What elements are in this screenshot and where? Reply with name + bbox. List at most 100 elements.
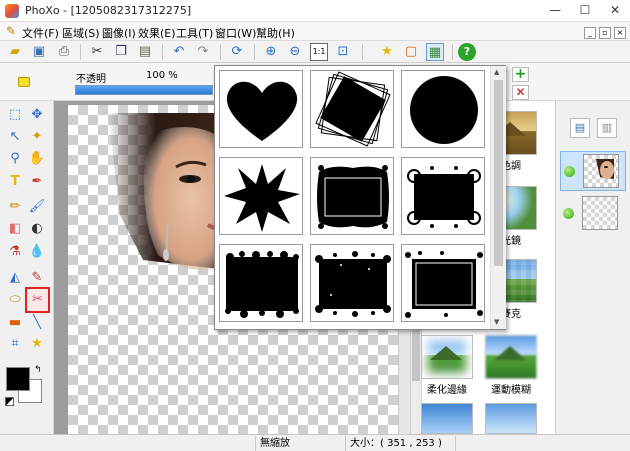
- shape-ornate-frame[interactable]: [310, 157, 394, 235]
- effect-item[interactable]: [421, 403, 481, 434]
- delete-layer-icon[interactable]: ▥: [597, 118, 617, 138]
- document-window-controls: _ ▫ ×: [581, 25, 626, 39]
- close-button[interactable]: ✕: [600, 0, 630, 22]
- delete-icon[interactable]: ✕: [512, 85, 529, 100]
- title-bar: PhoXo - [1205082317312275] — ☐ ✕: [0, 0, 630, 22]
- actual-size-icon[interactable]: 1:1: [310, 43, 328, 61]
- text-tool-icon[interactable]: T: [5, 172, 25, 192]
- eraser-icon[interactable]: ◧: [5, 219, 25, 239]
- effect-label: 運動模糊: [491, 385, 531, 396]
- move-icon[interactable]: ✥: [27, 105, 47, 125]
- toolbar-separator: [452, 44, 453, 60]
- help-icon[interactable]: ?: [458, 43, 476, 61]
- doc-restore-button[interactable]: ▫: [599, 27, 611, 39]
- rotate-icon[interactable]: ⟳: [228, 43, 246, 61]
- opacity-slider[interactable]: [75, 85, 213, 95]
- toolbar-separator: [220, 44, 221, 60]
- image-size-status: 大小：( 351 , 253 ): [345, 436, 455, 451]
- blur-icon[interactable]: 💧: [27, 242, 47, 262]
- shape-frame-tool-icon[interactable]: ✂: [25, 287, 50, 313]
- lasso-icon[interactable]: ↖: [5, 127, 25, 147]
- effect-thumbnail: [421, 403, 473, 434]
- star-icon[interactable]: ★: [378, 43, 396, 61]
- print-icon[interactable]: ⎙: [55, 43, 73, 61]
- pencil-tool-icon[interactable]: ✏: [5, 197, 25, 217]
- line-icon[interactable]: ╲: [27, 313, 47, 333]
- menu-bar: ✎ 文件(F) 區域(S) 圖像(I) 效果(E) 工具(T) 窗口(W) 幫助…: [0, 22, 630, 41]
- save-icon[interactable]: ▣: [30, 43, 48, 61]
- shape-picker-scroll-thumb[interactable]: [494, 80, 503, 266]
- menu-help[interactable]: 幫助(H): [256, 25, 295, 41]
- menu-selection[interactable]: 區域(S): [62, 25, 100, 41]
- toolbar-separator: [80, 44, 81, 60]
- toolbar-separator: [162, 44, 163, 60]
- brush-icon[interactable]: 🖌: [27, 197, 47, 217]
- effect-item[interactable]: [485, 403, 545, 434]
- paste-icon[interactable]: ▤: [136, 43, 154, 61]
- shape-fill-icon[interactable]: ⬭: [5, 290, 25, 310]
- maximize-button[interactable]: ☐: [570, 0, 600, 22]
- gradient-icon[interactable]: ▬: [5, 313, 25, 333]
- layer-visibility-icon[interactable]: [563, 208, 574, 219]
- menu-file[interactable]: 文件(F): [22, 25, 59, 41]
- status-bar: 無縮放 大小：( 351 , 253 ): [0, 434, 630, 451]
- eyedropper-icon[interactable]: ✒: [27, 172, 47, 192]
- clone-icon[interactable]: ⚗: [5, 242, 25, 262]
- menu-window[interactable]: 窗口(W): [215, 25, 256, 41]
- effect-item[interactable]: 運動模糊: [485, 335, 545, 396]
- contrast-icon[interactable]: ◐: [27, 219, 47, 239]
- open-folder-icon[interactable]: ▰: [6, 43, 24, 61]
- comment-icon[interactable]: [18, 77, 30, 87]
- menu-image[interactable]: 圖像(I): [102, 25, 136, 41]
- rect-select-icon[interactable]: ⬚: [5, 105, 25, 125]
- shape-heart-border-frame[interactable]: [219, 244, 303, 322]
- doc-close-button[interactable]: ×: [614, 27, 626, 39]
- shape-heart[interactable]: [219, 70, 303, 148]
- new-layer-icon[interactable]: ▤: [570, 118, 590, 138]
- reset-colors-icon[interactable]: [5, 397, 14, 406]
- effect-label: 柔化邊緣: [427, 385, 467, 396]
- scroll-down-icon[interactable]: ▼: [494, 318, 499, 326]
- menu-tools[interactable]: 工具(T): [176, 25, 213, 41]
- toolbar-separator: [254, 44, 255, 60]
- hand-icon[interactable]: ✋: [27, 149, 47, 169]
- shape-starburst[interactable]: [219, 157, 303, 235]
- main-toolbar: ▰ ▣ ⎙ ✂ ❐ ▤ ↶ ↷ ⟳ ⊕ ⊖ 1:1 ⊡ ★ ▢ ▦ ?: [0, 41, 630, 63]
- redo-icon[interactable]: ↷: [194, 43, 212, 61]
- swap-colors-icon[interactable]: ↰: [34, 365, 42, 375]
- color-replace-icon[interactable]: ✎: [27, 268, 47, 288]
- shape-swirl-frame[interactable]: [401, 157, 485, 235]
- copy-icon[interactable]: ❐: [112, 43, 130, 61]
- shape-circle[interactable]: [401, 70, 485, 148]
- effect-item[interactable]: 柔化邊緣: [421, 335, 481, 396]
- zoom-in-icon[interactable]: ⊕: [262, 43, 280, 61]
- foreground-color-swatch[interactable]: [6, 367, 30, 391]
- layers-toggle-icon[interactable]: ▦: [426, 43, 444, 61]
- tool-palette: ⬚ ✥ ↖ ✦ ⚲ ✋ T ✒ ✏ 🖌 ◧ ◐ ⚗ 💧 ◭ ✎ ⬭ ✂ ▬ ╲ …: [0, 101, 54, 434]
- crop-icon[interactable]: ⌗: [5, 334, 25, 354]
- zoom-out-icon[interactable]: ⊖: [286, 43, 304, 61]
- undo-icon[interactable]: ↶: [170, 43, 188, 61]
- pencil-icon: ✎: [6, 24, 17, 38]
- menu-effects[interactable]: 效果(E): [138, 25, 176, 41]
- shape-picker-scrollbar[interactable]: ▲ ▼: [490, 66, 506, 329]
- cut-icon[interactable]: ✂: [88, 43, 106, 61]
- layer-visibility-icon[interactable]: [564, 166, 575, 177]
- fill-bucket-icon[interactable]: ◭: [5, 268, 25, 288]
- zoom-tool-icon[interactable]: ⚲: [5, 149, 25, 169]
- opacity-value: 100 %: [146, 70, 178, 81]
- shape-tilted-squares[interactable]: [310, 70, 394, 148]
- minimize-button[interactable]: —: [540, 0, 570, 22]
- layer-row[interactable]: [560, 194, 626, 234]
- layer-row[interactable]: [560, 151, 626, 191]
- frame-icon[interactable]: ▢: [402, 43, 420, 61]
- shape-star-border-frame[interactable]: [310, 244, 394, 322]
- effect-thumbnail: [421, 335, 473, 379]
- fit-window-icon[interactable]: ⊡: [334, 43, 352, 61]
- add-icon[interactable]: +: [512, 67, 529, 82]
- magic-wand-icon[interactable]: ✦: [27, 127, 47, 147]
- favorite-icon[interactable]: ★: [27, 334, 47, 354]
- doc-minimize-button[interactable]: _: [584, 27, 596, 39]
- shape-scatter-frame[interactable]: [401, 244, 485, 322]
- scroll-up-icon[interactable]: ▲: [494, 68, 499, 76]
